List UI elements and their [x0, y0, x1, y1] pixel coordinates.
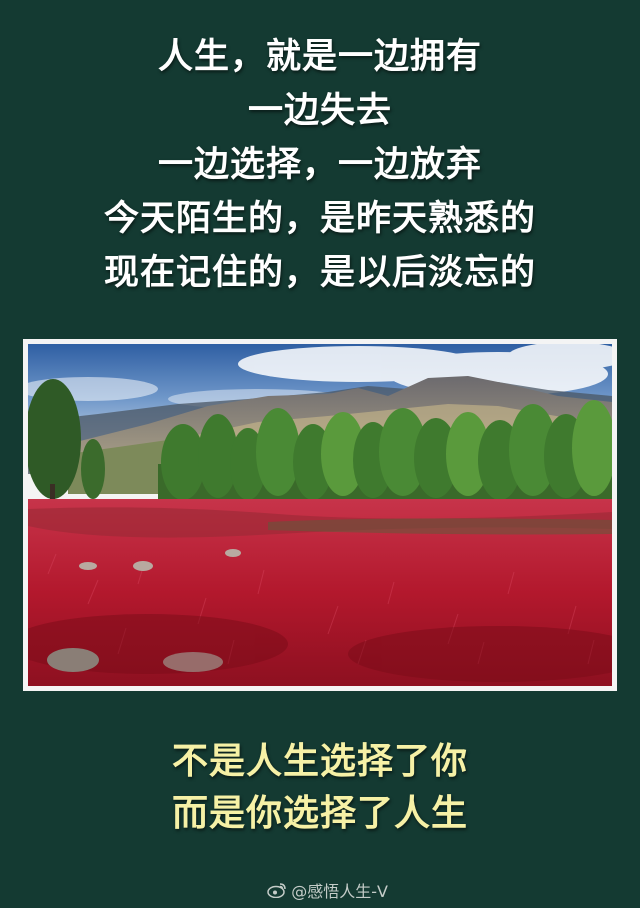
closing-line-1: 不是人生选择了你 — [171, 741, 468, 782]
weibo-icon — [267, 883, 287, 898]
poem-line-2: 一边失去 — [247, 91, 392, 131]
poem-line-5: 现在记住的，是以后淡忘的 — [103, 253, 536, 293]
closing-line-2: 而是你选择了人生 — [171, 793, 468, 834]
poem-line-1: 人生，就是一边拥有 — [157, 37, 482, 77]
watermark: @感悟人生-V — [267, 878, 388, 902]
poem-block: 人生，就是一边拥有 一边失去 一边选择，一边放弃 今天陌生的，是昨天熟悉的 现在… — [0, 30, 640, 300]
poem-line-4: 今天陌生的，是昨天熟悉的 — [103, 199, 536, 239]
closing-block: 不是人生选择了你 而是你选择了人生 — [0, 736, 640, 840]
poem-line-3: 一边选择，一边放弃 — [157, 145, 482, 185]
photo-frame — [23, 339, 617, 691]
watermark-text: @感悟人生-V — [291, 882, 388, 901]
landscape-photo — [28, 344, 612, 686]
